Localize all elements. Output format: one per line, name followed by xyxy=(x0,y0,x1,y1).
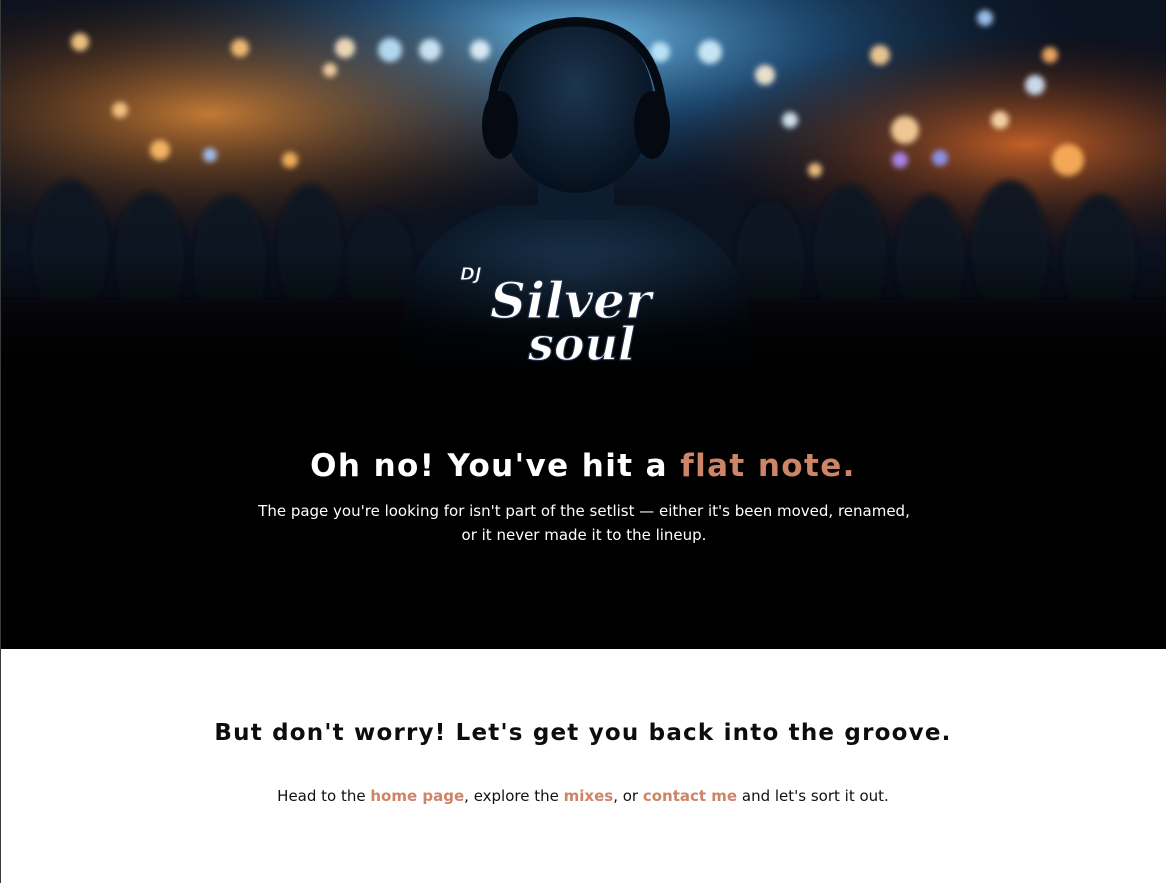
logo-small-text: DJ xyxy=(460,264,482,285)
help-text-4: and let's sort it out. xyxy=(737,787,889,805)
groove-heading: But don't worry! Let's get you back into… xyxy=(214,720,952,746)
error-title-accent: flat note. xyxy=(680,448,856,484)
error-title: Oh no! You've hit a flat note. xyxy=(0,448,1166,484)
help-text-3: , or xyxy=(613,787,643,805)
hero-section: DJ Silver soul Oh no! You've hit a flat … xyxy=(0,0,1166,649)
error-title-prefix: Oh no! You've hit a xyxy=(310,448,681,484)
page-left-border xyxy=(0,0,1,883)
contact-me-link[interactable]: contact me xyxy=(643,787,737,805)
error-subtitle: The page you're looking for isn't part o… xyxy=(258,502,910,544)
mixes-link[interactable]: mixes xyxy=(564,787,614,805)
home-page-link[interactable]: home page xyxy=(370,787,464,805)
help-text-2: , explore the xyxy=(464,787,564,805)
logo-line2-text: soul xyxy=(527,317,636,368)
help-text: Head to the home page, explore the mixes… xyxy=(0,787,1166,805)
help-text-1: Head to the xyxy=(277,787,371,805)
dj-silver-soul-logo[interactable]: DJ Silver soul xyxy=(456,256,676,369)
